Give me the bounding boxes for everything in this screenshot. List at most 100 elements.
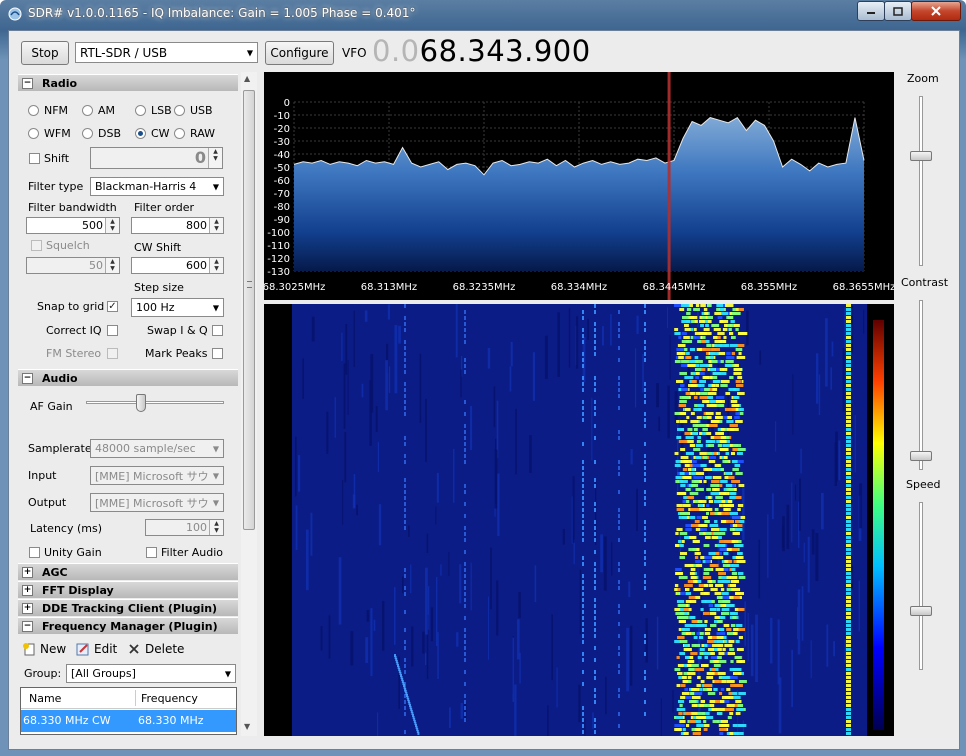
spin-arrows-icon[interactable]: ▲ ▼ bbox=[209, 520, 223, 535]
waterfall-streak bbox=[644, 340, 646, 344]
fft-display-section-header[interactable]: + FFT Display bbox=[18, 581, 238, 598]
stop-button[interactable]: Stop bbox=[21, 41, 69, 65]
vfo-display[interactable]: 0.068.343.900 bbox=[372, 34, 591, 68]
mark-peaks-checkbox[interactable] bbox=[212, 348, 223, 359]
spin-arrows-icon[interactable]: ▲ ▼ bbox=[209, 218, 223, 233]
samplerate-select[interactable]: 48000 sample/sec ▼ bbox=[90, 439, 224, 458]
scrollbar-thumb[interactable] bbox=[243, 90, 255, 530]
waterfall-streak bbox=[366, 609, 370, 622]
spin-arrows-icon[interactable]: ▲ ▼ bbox=[209, 258, 223, 273]
waterfall-streak bbox=[846, 484, 851, 487]
waterfall-streak bbox=[636, 488, 638, 532]
filter-bandwidth-input[interactable]: 500 ▲ ▼ bbox=[26, 217, 120, 234]
spectrum-chart[interactable]: 0 -10 -20 -30 -40 -50 -60 -70 -80 -90 -100 -110 -120… bbox=[263, 72, 895, 300]
waterfall-streak bbox=[675, 476, 683, 479]
delete-button[interactable]: Delete bbox=[128, 642, 184, 656]
y-tick-label: -110 bbox=[267, 241, 290, 252]
mode-radio-wfm[interactable] bbox=[28, 128, 39, 139]
panel-scrollbar[interactable]: ▲ ▼ bbox=[241, 72, 257, 736]
fm-stereo-checkbox[interactable] bbox=[107, 348, 118, 359]
mode-radio-raw[interactable] bbox=[174, 128, 185, 139]
filter-order-input[interactable]: 800 ▲ ▼ bbox=[131, 217, 224, 234]
waterfall-streak bbox=[603, 536, 607, 591]
speed-slider-track[interactable] bbox=[919, 502, 923, 670]
column-header-name[interactable]: Name bbox=[29, 692, 61, 705]
correct-iq-checkbox[interactable] bbox=[107, 325, 118, 336]
table-row[interactable]: 68.330 MHz CW 68.330 MHz bbox=[21, 710, 236, 732]
waterfall-streak bbox=[594, 718, 596, 722]
spin-arrows-icon[interactable]: ▲ ▼ bbox=[105, 258, 119, 273]
waterfall-streak bbox=[716, 712, 723, 715]
title-bar[interactable]: SDR# v1.0.0.1165 - IQ Imbalance: Gain = … bbox=[0, 0, 966, 28]
waterfall-streak bbox=[678, 620, 685, 623]
column-header-frequency[interactable]: Frequency bbox=[141, 692, 198, 705]
close-button[interactable] bbox=[911, 1, 961, 21]
cw-shift-input[interactable]: 600 ▲ ▼ bbox=[131, 257, 224, 274]
waterfall-display[interactable] bbox=[264, 304, 894, 756]
waterfall-streak bbox=[717, 672, 726, 675]
shift-input[interactable]: 0 ▲ ▼ bbox=[90, 147, 223, 169]
mode-radio-usb[interactable] bbox=[174, 105, 185, 116]
expand-icon: + bbox=[22, 566, 33, 578]
waterfall-streak bbox=[310, 512, 313, 556]
waterfall-streak bbox=[846, 584, 851, 587]
freq-manager-section-header[interactable]: − Frequency Manager (Plugin) bbox=[18, 617, 238, 634]
dde-tracking-section-header[interactable]: + DDE Tracking Client (Plugin) bbox=[18, 599, 238, 616]
waterfall-streak bbox=[709, 612, 717, 615]
waterfall-streak bbox=[674, 464, 681, 467]
waterfall-streak bbox=[361, 383, 364, 398]
maximize-button[interactable] bbox=[884, 1, 912, 21]
scroll-down-icon[interactable]: ▼ bbox=[244, 722, 250, 731]
waterfall-streak bbox=[464, 634, 466, 638]
unity-gain-checkbox[interactable] bbox=[29, 547, 40, 558]
vfo-marker-line[interactable] bbox=[667, 72, 671, 300]
output-select[interactable]: [MME] Microsoft サウ ▼ bbox=[90, 493, 224, 512]
af-gain-slider[interactable] bbox=[86, 392, 224, 416]
zoom-slider-thumb[interactable] bbox=[910, 151, 932, 161]
filter-audio-checkbox[interactable] bbox=[146, 547, 157, 558]
af-gain-thumb[interactable] bbox=[136, 394, 146, 412]
fm-stereo-label: FM Stereo bbox=[46, 347, 102, 360]
waterfall-streak bbox=[714, 640, 724, 643]
speed-slider-thumb[interactable] bbox=[910, 606, 932, 616]
scroll-up-icon[interactable]: ▲ bbox=[244, 74, 250, 83]
zoom-slider-track[interactable] bbox=[919, 96, 923, 266]
waterfall-streak bbox=[701, 368, 706, 371]
waterfall-streak bbox=[846, 436, 851, 439]
shift-checkbox[interactable] bbox=[29, 153, 40, 164]
configure-button[interactable]: Configure bbox=[265, 41, 334, 65]
device-select[interactable]: RTL-SDR / USB ▼ bbox=[75, 42, 258, 63]
snap-to-grid-checkbox[interactable]: ✓ bbox=[107, 301, 118, 312]
spin-arrows-icon[interactable]: ▲ ▼ bbox=[208, 148, 222, 168]
mode-radio-nfm[interactable] bbox=[28, 105, 39, 116]
mode-radio-dsb[interactable] bbox=[82, 128, 93, 139]
waterfall-streak bbox=[695, 456, 702, 459]
latency-input[interactable]: 100 ▲ ▼ bbox=[145, 519, 224, 536]
agc-section-header[interactable]: + AGC bbox=[18, 563, 238, 580]
swap-iq-checkbox[interactable] bbox=[212, 325, 223, 336]
mode-radio-am[interactable] bbox=[82, 105, 93, 116]
group-select[interactable]: [All Groups] ▼ bbox=[66, 664, 236, 683]
filter-bandwidth-value: 500 bbox=[82, 219, 103, 232]
step-size-select[interactable]: 100 Hz ▼ bbox=[131, 298, 224, 317]
new-button[interactable]: New bbox=[22, 642, 66, 656]
squelch-input[interactable]: 50 ▲ ▼ bbox=[26, 257, 120, 274]
audio-section-header[interactable]: − Audio bbox=[18, 369, 238, 386]
radio-section-header[interactable]: − Radio bbox=[18, 74, 238, 91]
mode-radio-cw[interactable] bbox=[135, 128, 146, 139]
waterfall-streak bbox=[464, 670, 466, 674]
mode-radio-lsb[interactable] bbox=[135, 105, 146, 116]
contrast-slider-track[interactable] bbox=[919, 300, 923, 470]
waterfall-streak bbox=[594, 586, 596, 590]
waterfall-streak bbox=[719, 732, 724, 735]
spin-arrows-icon[interactable]: ▲ ▼ bbox=[105, 218, 119, 233]
filter-type-select[interactable]: Blackman-Harris 4 ▼ bbox=[90, 177, 224, 196]
waterfall-streak bbox=[547, 705, 549, 741]
group-value: [All Groups] bbox=[71, 667, 136, 680]
spectrum-display[interactable]: 0 -10 -20 -30 -40 -50 -60 -70 -80 -90 -100 -110 -120… bbox=[263, 72, 895, 300]
minimize-button[interactable] bbox=[857, 1, 885, 21]
squelch-checkbox[interactable] bbox=[31, 240, 42, 251]
edit-button[interactable]: Edit bbox=[76, 642, 117, 656]
input-select[interactable]: [MME] Microsoft サウ ▼ bbox=[90, 466, 224, 485]
contrast-slider-thumb[interactable] bbox=[910, 451, 932, 461]
